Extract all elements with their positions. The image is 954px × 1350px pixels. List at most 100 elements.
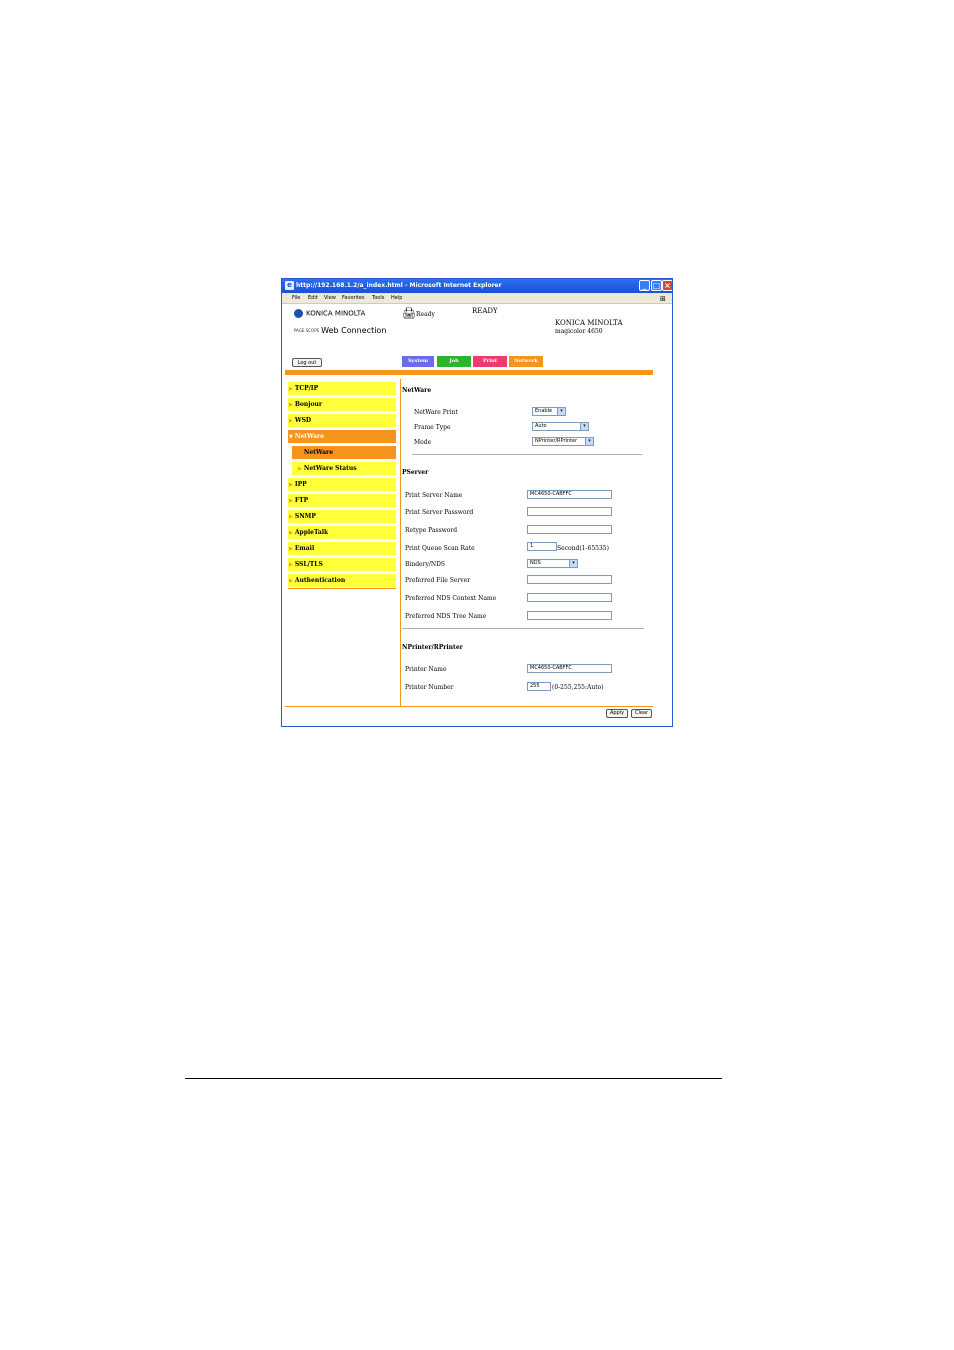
printer-name-input[interactable]: MC4650-CABFFC	[527, 664, 612, 673]
arrow-right-icon: ▶	[298, 450, 302, 456]
preferred-nds-tree-label: Preferred NDS Tree Name	[405, 613, 487, 620]
printer-name-label: Printer Name	[405, 666, 447, 673]
product-text: Web Connection	[321, 326, 387, 335]
page-footer-rule	[185, 1078, 722, 1079]
menu-tools[interactable]: Tools	[372, 295, 384, 301]
print-server-password-label: Print Server Password	[405, 509, 474, 516]
frame-type-select[interactable]: Auto ▾	[532, 422, 589, 431]
section-divider	[402, 628, 644, 629]
arrow-right-icon: ▶	[289, 530, 293, 536]
tab-print[interactable]: Print	[473, 356, 507, 367]
sidebar-item-appletalk[interactable]: ▶ AppleTalk	[288, 526, 396, 539]
netware-print-select[interactable]: Enable ▾	[532, 407, 566, 416]
sidebar-item-authentication[interactable]: ▶ Authentication	[288, 574, 396, 587]
arrow-right-icon: ▶	[289, 386, 293, 392]
product-logo: PAGE SCOPE Web Connection	[294, 326, 386, 335]
footer-divider	[285, 706, 653, 707]
model-name: magicolor 4650	[555, 328, 603, 335]
sidebar-divider	[400, 379, 401, 707]
section-netware-title: NetWare	[402, 387, 432, 394]
menu-file[interactable]: File	[292, 295, 300, 301]
preferred-nds-tree-input[interactable]	[527, 611, 612, 620]
print-server-name-label: Print Server Name	[405, 492, 463, 499]
browser-window: e http://192.168.1.2/a_index.html - Micr…	[281, 278, 673, 727]
mode-select[interactable]: NPrinter/RPrinter ▾	[532, 437, 594, 446]
menu-bar: File Edit View Favorites Tools Help ⊞	[282, 293, 672, 304]
ie-icon: e	[285, 281, 294, 290]
queue-scan-rate-label: Print Queue Scan Rate	[405, 545, 475, 552]
pagescope-mark: PAGE SCOPE	[294, 327, 320, 333]
preferred-nds-context-label: Preferred NDS Context Name	[405, 595, 497, 602]
konica-minolta-globe-icon	[294, 309, 303, 318]
section-divider	[412, 454, 642, 455]
arrow-right-icon: ▶	[289, 578, 293, 584]
section-pserver-title: PServer	[402, 469, 429, 476]
minimize-icon[interactable]: _	[639, 280, 650, 291]
model-brand: KONICA MINOLTA	[555, 319, 623, 327]
chevron-down-icon: ▾	[569, 560, 577, 567]
printer-status-icon: 🖨	[402, 307, 416, 320]
queue-scan-rate-unit: Second(1-65535)	[557, 545, 609, 552]
menu-view[interactable]: View	[324, 295, 336, 301]
header-divider	[285, 370, 653, 375]
sidebar-item-ipp[interactable]: ▶ IPP	[288, 478, 396, 491]
menu-edit[interactable]: Edit	[308, 295, 318, 301]
arrow-right-icon: ▶	[289, 562, 293, 568]
frame-type-label: Frame Type	[414, 424, 451, 431]
arrow-right-icon: ▶	[289, 418, 293, 424]
brand-logo: KONICA MINOLTA	[294, 309, 365, 318]
sidebar-bottom-rule	[288, 588, 396, 589]
sidebar-item-ftp[interactable]: ▶ FTP	[288, 494, 396, 507]
menu-help[interactable]: Help	[391, 295, 402, 301]
arrow-right-icon: ▶	[289, 514, 293, 520]
arrow-down-icon: ▼	[289, 434, 293, 440]
chevron-down-icon: ▾	[557, 408, 565, 415]
preferred-nds-context-input[interactable]	[527, 593, 612, 602]
apply-button[interactable]: Apply	[606, 709, 628, 718]
sidebar-item-netware[interactable]: ▼ NetWare	[288, 430, 396, 443]
retype-password-input[interactable]	[527, 525, 612, 534]
sidebar-subitem-netware[interactable]: ▶ NetWare	[292, 446, 396, 459]
section-nprinter-title: NPrinter/RPrinter	[402, 644, 463, 651]
title-bar: e http://192.168.1.2/a_index.html - Micr…	[282, 279, 672, 293]
preferred-file-server-input[interactable]	[527, 575, 612, 584]
bindery-nds-label: Bindery/NDS	[405, 561, 446, 568]
brand-text: KONICA MINOLTA	[306, 309, 366, 318]
sidebar-item-email[interactable]: ▶ Email	[288, 542, 396, 555]
logout-button[interactable]: Log out	[292, 358, 322, 367]
print-server-password-input[interactable]	[527, 507, 612, 516]
arrow-right-icon: ▶	[289, 402, 293, 408]
sidebar-item-bonjour[interactable]: ▶ Bonjour	[288, 398, 396, 411]
clear-button[interactable]: Clear	[631, 709, 652, 718]
menu-favorites[interactable]: Favorites	[342, 295, 365, 301]
maximize-icon[interactable]: □	[651, 280, 662, 291]
arrow-right-icon: ▶	[289, 546, 293, 552]
sidebar-subitem-netware-status[interactable]: ▶ NetWare Status	[292, 462, 396, 475]
status-caps: READY	[472, 307, 498, 315]
sidebar-item-ssltls[interactable]: ▶ SSL/TLS	[288, 558, 396, 571]
printer-number-label: Printer Number	[405, 684, 454, 691]
settings-panel: NetWare NetWare Print Enable ▾ Frame Type…	[402, 379, 662, 709]
bindery-nds-select[interactable]: NDS ▾	[527, 559, 578, 568]
sidebar-item-wsd[interactable]: ▶ WSD	[288, 414, 396, 427]
chevron-down-icon: ▾	[580, 423, 588, 430]
mode-label: Mode	[414, 439, 432, 446]
close-icon[interactable]: ×	[662, 280, 672, 291]
chevron-down-icon: ▾	[585, 438, 593, 445]
printer-number-input[interactable]: 255	[527, 682, 551, 691]
print-server-name-input[interactable]: MC4650-CABFFC	[527, 490, 612, 499]
tab-network[interactable]: Network	[509, 356, 543, 367]
queue-scan-rate-input[interactable]: 1	[527, 542, 557, 551]
window-title: http://192.168.1.2/a_index.html - Micros…	[296, 282, 502, 289]
windows-logo-icon: ⊞	[660, 295, 666, 303]
printer-number-hint: (0-255,255:Auto)	[552, 684, 604, 691]
arrow-right-icon: ▶	[289, 498, 293, 504]
arrow-right-icon: ▶	[298, 466, 302, 472]
netware-print-label: NetWare Print	[414, 409, 458, 416]
sidebar-item-tcpip[interactable]: ▶ TCP/IP	[288, 382, 396, 395]
preferred-file-server-label: Preferred File Server	[405, 577, 471, 584]
tab-system[interactable]: System	[402, 356, 434, 367]
tab-job[interactable]: Job	[437, 356, 471, 367]
sidebar-item-snmp[interactable]: ▶ SNMP	[288, 510, 396, 523]
arrow-right-icon: ▶	[289, 482, 293, 488]
